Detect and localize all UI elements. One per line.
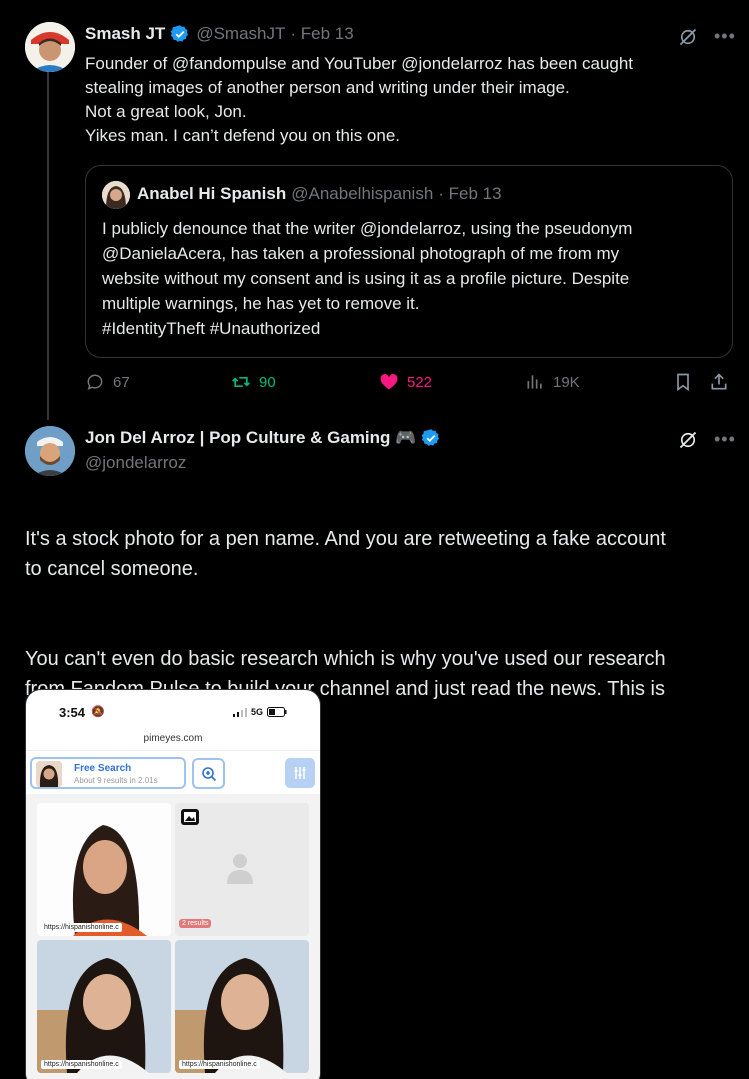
phone-status-bar: 3:54 🔕 5G [26, 690, 320, 730]
thread-connector [47, 72, 49, 420]
quoted-tweet[interactable]: Anabel Hi Spanish @Anabelhispanish · Feb… [85, 165, 733, 358]
verified-icon [421, 429, 440, 446]
tweet1-line: Founder of @fandompulse and YouTuber @jo… [85, 54, 634, 73]
quote-date: · Feb 13 [438, 184, 502, 203]
tweet1-body: Founder of @fandompulse and YouTuber @jo… [85, 52, 725, 148]
battery-icon [267, 707, 287, 717]
tweet1-line: Yikes man. I can’t defend you on this on… [85, 126, 401, 145]
quote-line: multiple warnings, he has yet to remove … [102, 294, 420, 313]
image-icon [181, 809, 199, 825]
bookmark-button[interactable] [673, 372, 693, 392]
phone-status-right: 5G [233, 707, 287, 717]
free-search-box: Free Search About 9 results in 2.01s [30, 757, 186, 789]
grok-icon[interactable] [678, 430, 698, 450]
like-count: 522 [407, 373, 433, 391]
reply-count: 67 [113, 373, 130, 391]
tweet2-line: to cancel someone. [25, 558, 199, 580]
filter-icon [294, 767, 306, 779]
tweet2-line: You can't even do basic research which i… [25, 648, 666, 670]
tweet1-header: Smash JT @SmashJT · Feb 13 [85, 24, 354, 44]
quote-author-name: Anabel Hi Spanish [137, 184, 287, 203]
phone-url: pimeyes.com [143, 733, 203, 744]
like-icon [380, 374, 398, 390]
zoom-icon [201, 766, 216, 781]
verified-icon [170, 25, 189, 42]
reply-button[interactable]: 67 [85, 372, 130, 392]
tweet2-subheader: @jondelarroz [85, 453, 186, 473]
search-thumbnail [36, 761, 62, 787]
result-tile: https://hispanishonline.c [37, 803, 171, 936]
phone-divider [26, 750, 320, 751]
mute-icon: 🔕 [91, 706, 105, 718]
zoom-button [192, 758, 225, 789]
views-count: 19K [553, 373, 580, 391]
attached-screenshot[interactable]: 3:54 🔕 5G pimeyes.com Free Search About … [25, 689, 321, 1079]
views-icon [527, 375, 542, 389]
quote-body: I publicly denounce that the writer @jon… [102, 216, 722, 341]
quote-line: @DanielaAcera, has taken a professional … [102, 244, 620, 263]
result-tile: https://hispanishonline.c [175, 940, 309, 1073]
share-icon [711, 373, 727, 390]
share-button[interactable] [709, 372, 729, 392]
tile-url: https://hispanishonline.c [41, 1060, 122, 1069]
tweet1-line: stealing images of another person and wr… [85, 78, 570, 97]
bookmark-icon [677, 373, 689, 392]
tweet2-top-actions: ••• [678, 429, 736, 450]
quote-handle: @Anabelhispanish [291, 184, 434, 203]
tweet1-line: Not a great look, Jon. [85, 102, 247, 121]
result-tile: 2 results [175, 803, 309, 936]
free-search-sub: About 9 results in 2.01s [74, 776, 158, 785]
tweet2-handle[interactable]: @jondelarroz [85, 453, 186, 473]
tweet1-action-bar: 67 90 522 19K [85, 372, 735, 396]
tweet2-author-name[interactable]: Jon Del Arroz | Pop Culture & Gaming 🎮 [85, 428, 416, 448]
grok-icon[interactable] [678, 27, 698, 47]
filter-button [285, 758, 315, 788]
free-search-label: Free Search [74, 763, 132, 774]
result-photo [175, 940, 309, 1073]
tweet1-author-name[interactable]: Smash JT [85, 24, 165, 44]
jondelarroz-avatar[interactable] [25, 426, 75, 476]
quote-author-avatar [102, 181, 130, 209]
like-button[interactable]: 522 [379, 372, 432, 392]
tweet2-header: Jon Del Arroz | Pop Culture & Gaming 🎮 [85, 428, 447, 448]
quote-line: I publicly denounce that the writer @jon… [102, 219, 633, 238]
result-photo [37, 803, 171, 936]
quote-line: website without my consent and is using … [102, 269, 630, 288]
phone-time: 3:54 [59, 705, 86, 720]
signal-icon [233, 707, 247, 717]
reply-icon [87, 374, 103, 391]
results-badge: 2 results [179, 919, 212, 928]
tile-url: https://hispanishonline.c [179, 1060, 260, 1069]
quote-header: Anabel Hi Spanish @Anabelhispanish · Feb… [137, 184, 502, 204]
repost-count: 90 [259, 373, 276, 391]
tweet1-top-actions: ••• [678, 26, 736, 47]
repost-button[interactable]: 90 [231, 372, 276, 392]
tweet1-date[interactable]: · Feb 13 [290, 24, 353, 44]
views-button[interactable]: 19K [525, 372, 580, 392]
quote-line: #IdentityTheft #Unauthorized [102, 319, 321, 338]
result-photo [37, 940, 171, 1073]
smashjt-avatar[interactable] [25, 22, 75, 72]
more-icon[interactable]: ••• [714, 429, 736, 450]
tweet1-handle[interactable]: @SmashJT [196, 24, 285, 44]
more-icon[interactable]: ••• [714, 26, 736, 47]
tile-url: https://hispanishonline.c [41, 923, 122, 932]
result-tile: https://hispanishonline.c [37, 940, 171, 1073]
network-label: 5G [251, 707, 264, 717]
placeholder-person-icon [227, 854, 253, 884]
tweet2-line: It's a stock photo for a pen name. And y… [25, 528, 666, 550]
repost-icon [232, 377, 250, 387]
